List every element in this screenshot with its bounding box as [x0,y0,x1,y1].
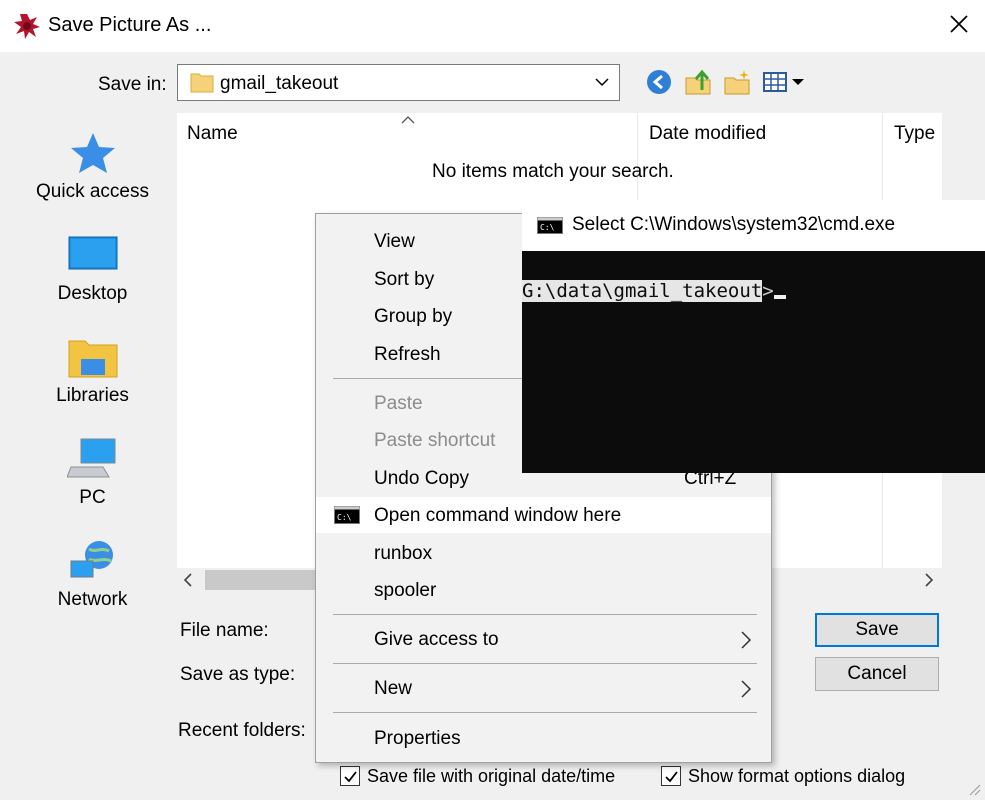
scroll-right-icon[interactable] [924,573,934,587]
place-label: PC [79,487,106,508]
scroll-left-icon[interactable] [183,573,193,587]
cancel-button[interactable]: Cancel [815,657,939,691]
svg-text:C:\: C:\ [337,513,352,522]
save-in-label: Save in: [98,74,167,95]
menu-item-label: spooler [374,580,437,601]
up-folder-icon[interactable] [684,68,712,96]
menu-item-label: runbox [374,543,433,564]
cmd-cursor [773,295,786,299]
checkbox-label: Show format options dialog [688,766,906,786]
menu-item-spooler[interactable]: spooler [316,572,771,608]
place-label: Desktop [57,283,128,304]
empty-message: No items match your search. [432,161,674,182]
menu-item-give-access[interactable]: Give access to [316,621,771,657]
title-bar: Save Picture As ... [0,0,985,52]
resize-grip-icon[interactable] [967,782,981,796]
menu-item-label: Group by [374,306,453,327]
menu-item-new[interactable]: New [316,670,771,706]
cmd-prompt-symbol: > [762,280,774,302]
menu-item-label: Paste [374,393,423,414]
save-button[interactable]: Save [815,613,939,647]
save-in-dropdown[interactable]: gmail_takeout [177,64,620,101]
menu-item-label: Paste shortcut [374,430,496,451]
place-label: Network [57,589,128,610]
sort-ascending-icon [401,116,415,124]
checkbox-box[interactable] [340,766,360,786]
menu-item-open-command-window[interactable]: C:\ Open command window here [316,497,771,533]
cmd-prompt-line[interactable]: G:\data\gmail_takeout> [522,280,786,302]
cmd-window[interactable]: C:\ Select C:\Windows\system32\cmd.exe G… [522,200,985,473]
cmd-selected-path: G:\data\gmail_takeout [522,280,763,302]
chevron-right-icon [741,631,752,649]
cmd-title-bar[interactable]: C:\ Select C:\Windows\system32\cmd.exe [522,200,985,251]
column-type[interactable]: Type [894,123,935,145]
place-label: Libraries [56,385,129,406]
pc-icon [66,438,115,478]
checkbox-label: Save file with original date/time [367,766,616,786]
close-icon[interactable] [947,12,971,36]
menu-item-label: New [374,678,413,699]
checkmark-icon [344,771,357,783]
cmd-title: Select C:\Windows\system32\cmd.exe [572,214,896,235]
folder-icon [190,73,214,93]
menu-item-label: Sort by [374,269,435,290]
view-menu-icon[interactable] [762,68,806,96]
recent-folders-label: Recent folders: [178,720,306,741]
column-name[interactable]: Name [187,123,238,145]
menu-separator [333,712,757,713]
chevron-right-icon [741,680,752,698]
menu-item-runbox[interactable]: runbox [316,535,771,571]
checkmark-icon [665,771,678,783]
scrollbar-thumb[interactable] [205,570,315,590]
cmd-icon: C:\ [537,217,563,234]
network-icon [70,541,113,578]
place-quick-access[interactable]: Quick access [18,131,167,203]
place-label: Quick access [36,181,149,202]
file-name-label: File name: [180,620,269,641]
place-libraries[interactable]: Libraries [18,335,167,407]
menu-item-properties[interactable]: Properties [316,720,771,756]
column-date-modified[interactable]: Date modified [649,123,766,145]
menu-item-label: Give access to [374,629,499,650]
cmd-icon: C:\ [334,506,360,524]
chevron-down-icon [595,78,609,87]
menu-item-label: View [374,231,415,252]
place-desktop[interactable]: Desktop [18,233,167,305]
menu-separator [333,663,757,664]
libraries-icon [68,340,117,378]
window-title: Save Picture As ... [48,14,212,36]
svg-text:C:\: C:\ [540,223,555,232]
place-network[interactable]: Network [18,539,167,611]
new-folder-icon[interactable] [723,68,751,96]
places-bar: Quick access Desktop Libraries PC Networ… [18,113,167,688]
menu-item-label: Open command window here [374,505,622,526]
back-icon[interactable] [645,68,673,96]
menu-item-label: Refresh [374,344,441,365]
menu-item-label: Properties [374,728,461,749]
desktop-icon [68,236,117,270]
save-as-type-label: Save as type: [180,664,296,685]
menu-separator [333,614,757,615]
menu-item-label: Undo Copy [374,468,470,489]
paint-splat-icon [14,14,40,39]
place-pc[interactable]: PC [18,437,167,509]
checkbox-box[interactable] [661,766,681,786]
star-icon [70,133,115,173]
save-in-value: gmail_takeout [220,73,339,94]
